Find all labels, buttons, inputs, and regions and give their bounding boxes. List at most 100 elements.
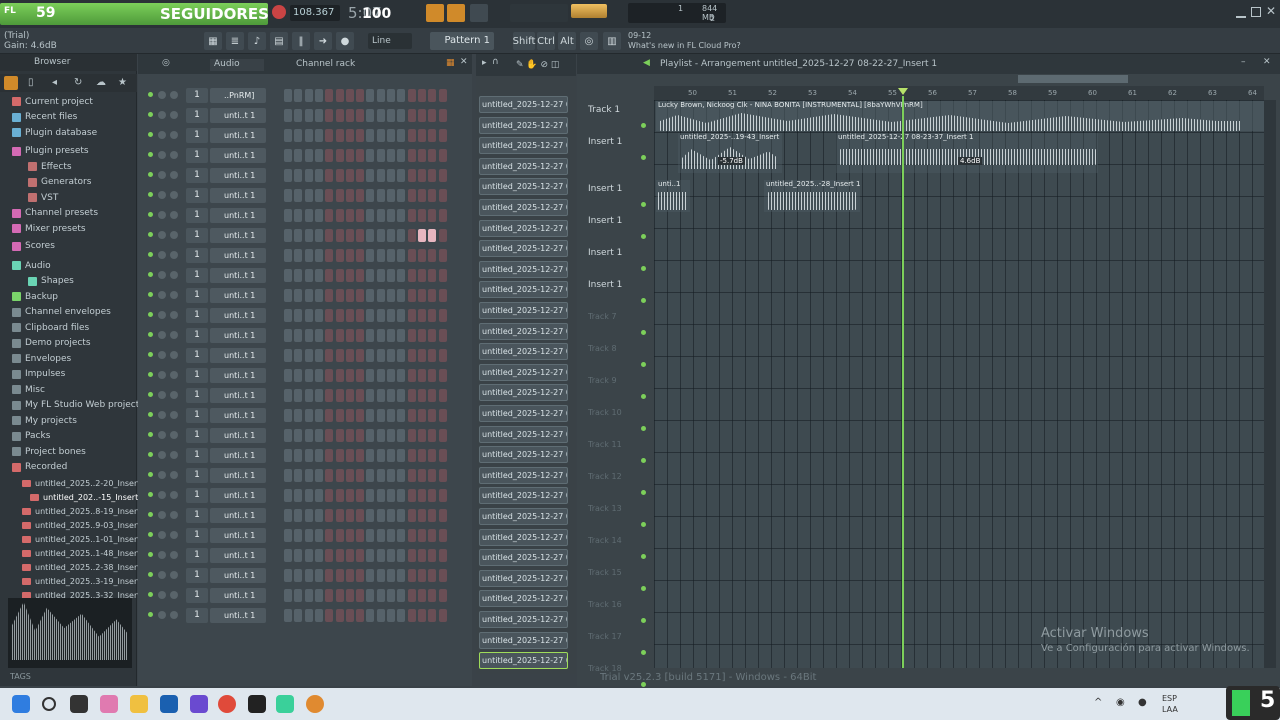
step-button[interactable] <box>294 289 303 302</box>
channel-row[interactable]: 1 unti..t 1 <box>144 307 464 325</box>
microphone-tray-icon[interactable]: ● <box>1138 697 1147 708</box>
step-button[interactable] <box>417 409 426 422</box>
channel-led[interactable] <box>148 612 153 617</box>
tempo-display[interactable]: 108.367 <box>290 5 340 21</box>
step-button[interactable] <box>304 249 313 262</box>
step-button[interactable] <box>376 129 385 142</box>
microphone-icon[interactable]: ● <box>336 32 354 50</box>
channel-name[interactable]: unti..t 1 <box>210 328 266 343</box>
step-button[interactable] <box>325 449 334 462</box>
volume-knob[interactable] <box>170 251 178 259</box>
step-button[interactable] <box>356 169 365 182</box>
channel-name[interactable]: unti..t 1 <box>210 168 266 183</box>
step-button[interactable] <box>366 249 375 262</box>
step-button[interactable] <box>356 89 365 102</box>
ctrl-button[interactable]: Ctrl <box>537 32 555 50</box>
step-button[interactable] <box>356 329 365 342</box>
step-button[interactable] <box>417 509 426 522</box>
pattern-item[interactable]: untitled_2025-12-27 07- <box>479 157 568 175</box>
step-button[interactable] <box>335 429 344 442</box>
playhead[interactable] <box>902 96 904 668</box>
step-button[interactable] <box>428 489 437 502</box>
step-button[interactable] <box>335 229 344 242</box>
track-mute-led[interactable] <box>641 650 646 655</box>
recorded-file[interactable]: untitled_2025..8-19_Insert 1 <box>22 504 148 519</box>
step-button[interactable] <box>376 189 385 202</box>
step-button[interactable] <box>438 509 447 522</box>
step-button[interactable] <box>304 389 313 402</box>
channel-led[interactable] <box>148 252 153 257</box>
mixer-track-number[interactable]: 1 <box>186 388 208 403</box>
volume-knob[interactable] <box>170 451 178 459</box>
pan-knob[interactable] <box>158 271 166 279</box>
step-button[interactable] <box>366 89 375 102</box>
recorded-file[interactable]: untitled_2025..9-03_Insert 1 <box>22 518 148 533</box>
step-button[interactable] <box>325 149 334 162</box>
network-icon[interactable]: ◉ <box>1116 697 1125 708</box>
step-button[interactable] <box>387 89 395 102</box>
step-button[interactable] <box>335 609 344 622</box>
step-button[interactable] <box>314 549 323 562</box>
browser-item[interactable]: Misc <box>12 382 45 397</box>
step-button[interactable] <box>376 229 385 242</box>
step-button[interactable] <box>397 409 406 422</box>
step-button[interactable] <box>417 129 426 142</box>
step-button[interactable] <box>314 449 323 462</box>
step-button[interactable] <box>407 569 416 582</box>
step-button[interactable] <box>387 269 395 282</box>
channel-row[interactable]: 1 unti..t 1 <box>144 147 464 165</box>
step-button[interactable] <box>438 489 447 502</box>
step-button[interactable] <box>345 349 354 362</box>
step-button[interactable] <box>407 269 416 282</box>
channel-name[interactable]: unti..t 1 <box>210 488 266 503</box>
step-button[interactable] <box>438 549 447 562</box>
step-button[interactable] <box>356 569 365 582</box>
mixer-track-number[interactable]: 1 <box>186 168 208 183</box>
pattern-item[interactable]: untitled_2025-12-27 08- <box>479 384 568 402</box>
step-button[interactable] <box>294 529 303 542</box>
step-button[interactable] <box>304 589 313 602</box>
pattern-item[interactable]: untitled_2025-12-27 07- <box>479 281 568 299</box>
horizontal-scroll[interactable] <box>1018 75 1128 83</box>
step-button[interactable] <box>335 249 344 262</box>
step-button[interactable] <box>376 89 385 102</box>
close-icon[interactable]: ✕ <box>460 57 468 67</box>
step-button[interactable] <box>314 509 323 522</box>
step-button[interactable] <box>335 269 344 282</box>
step-button[interactable] <box>325 269 334 282</box>
volume-knob[interactable] <box>170 351 178 359</box>
mixer-track-number[interactable]: 1 <box>186 428 208 443</box>
step-button[interactable] <box>294 89 303 102</box>
step-button[interactable] <box>314 129 323 142</box>
pattern-item[interactable]: untitled_2025-12-27 07- <box>479 260 568 278</box>
channel-row[interactable]: 1 unti..t 1 <box>144 127 464 145</box>
step-button[interactable] <box>294 409 303 422</box>
track-header[interactable]: Track 15 <box>582 564 652 596</box>
step-button[interactable] <box>366 409 375 422</box>
step-button[interactable] <box>366 549 375 562</box>
pan-knob[interactable] <box>158 251 166 259</box>
step-button[interactable] <box>417 229 426 242</box>
step-button[interactable] <box>335 409 344 422</box>
volume-knob[interactable] <box>170 91 178 99</box>
channel-name[interactable]: unti..t 1 <box>210 128 266 143</box>
vertical-scroll[interactable] <box>1264 100 1276 668</box>
step-button[interactable] <box>397 189 406 202</box>
step-button[interactable] <box>428 289 437 302</box>
pan-knob[interactable] <box>158 231 166 239</box>
step-button[interactable] <box>417 489 426 502</box>
step-button[interactable] <box>304 309 313 322</box>
mixer-track-number[interactable]: 1 <box>186 148 208 163</box>
step-button[interactable] <box>438 429 447 442</box>
clip-insert-b[interactable]: untitled_2025-12-27 08-23-37_Insert 1 4.… <box>836 133 1098 173</box>
step-button[interactable] <box>428 449 437 462</box>
step-button[interactable] <box>376 249 385 262</box>
browser-item[interactable]: Current project <box>12 94 93 109</box>
step-button[interactable] <box>356 389 365 402</box>
step-button[interactable] <box>428 229 437 242</box>
piano-roll-icon[interactable]: ♪ <box>248 32 266 50</box>
step-button[interactable] <box>397 309 406 322</box>
track-mute-led[interactable] <box>641 298 646 303</box>
step-button[interactable] <box>345 509 354 522</box>
step-button[interactable] <box>304 549 313 562</box>
